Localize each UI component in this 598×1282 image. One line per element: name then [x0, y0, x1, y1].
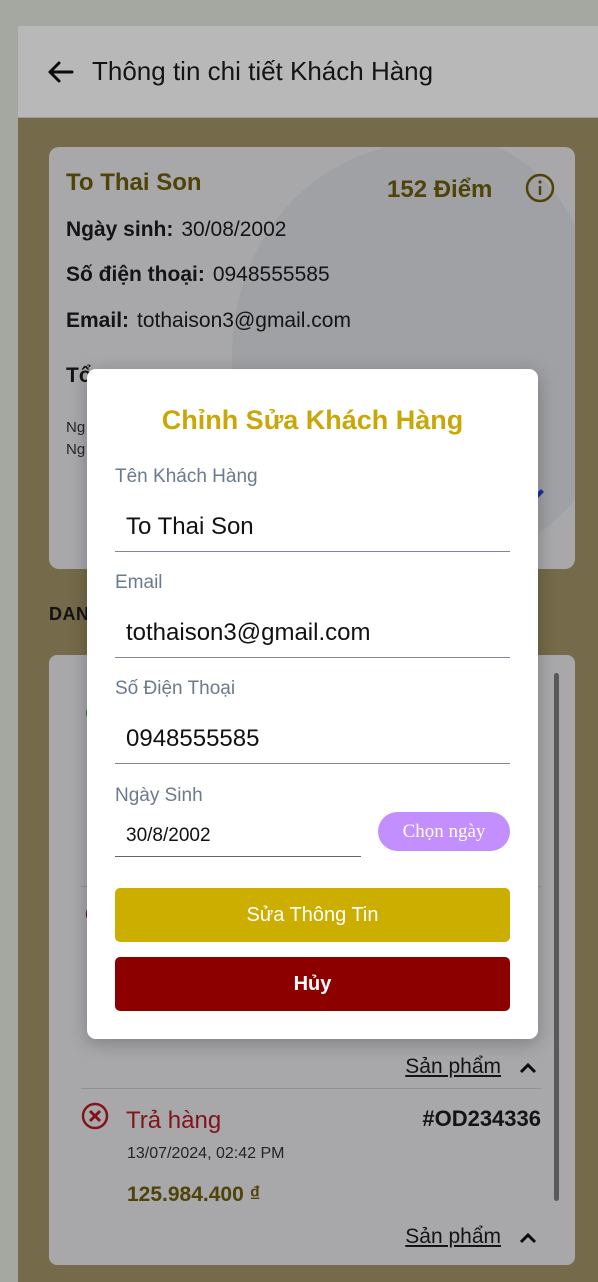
cancel-button[interactable]: Hủy [115, 957, 510, 1011]
save-button[interactable]: Sửa Thông Tin [115, 888, 510, 942]
email-field-label: Email [115, 572, 163, 593]
birth-date-field[interactable] [115, 815, 361, 857]
dialog-title: Chỉnh Sửa Khách Hàng [161, 405, 464, 435]
birth-field-label: Ngày Sinh [115, 785, 203, 806]
pick-date-button[interactable]: Chọn ngày [378, 812, 510, 851]
phone-field[interactable] [115, 714, 510, 764]
email-field[interactable] [115, 608, 510, 658]
phone-field-label: Số Điện Thoại [115, 678, 236, 699]
edit-customer-dialog: Chỉnh Sửa Khách Hàng Tên Khách Hàng Emai… [87, 369, 538, 1039]
name-field-label: Tên Khách Hàng [115, 466, 258, 487]
name-field[interactable] [115, 502, 510, 552]
